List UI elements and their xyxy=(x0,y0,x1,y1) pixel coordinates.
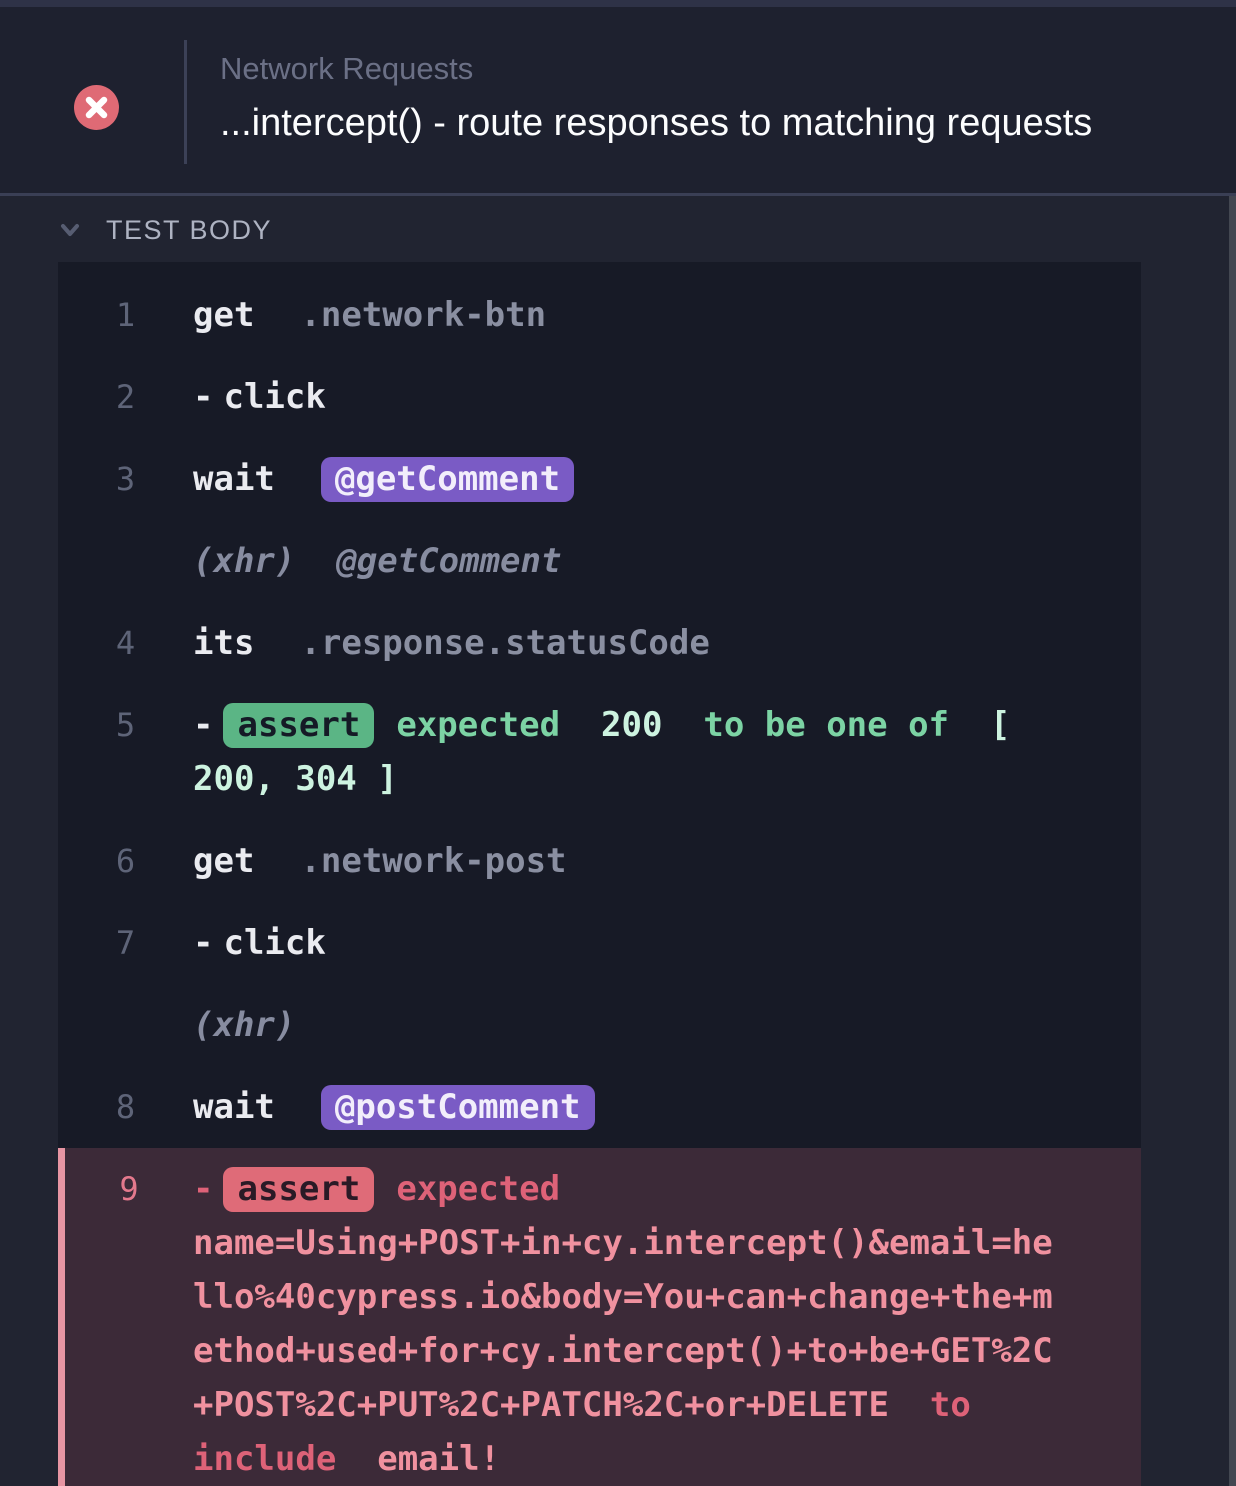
row-content: wait @postComment xyxy=(193,1080,1061,1134)
row-content: its .response.statusCode xyxy=(193,616,1061,670)
log-event-row[interactable]: (xhr) @getComment xyxy=(58,520,1141,602)
section-label: TEST BODY xyxy=(106,215,272,246)
assert-value: 200 xyxy=(601,705,662,745)
assert-badge[interactable]: assert xyxy=(223,1167,374,1212)
command-name: its xyxy=(193,623,254,663)
xhr-event-text: (xhr) @getComment xyxy=(193,541,561,581)
test-titles: Network Requests ...intercept() - route … xyxy=(220,49,1236,147)
line-number: 6 xyxy=(58,834,193,888)
line-number: 2 xyxy=(58,370,193,424)
line-number: 9 xyxy=(65,1162,193,1486)
child-command-dash: - xyxy=(193,377,213,417)
row-content: -click xyxy=(193,916,1061,970)
command-row[interactable]: 3wait @getComment xyxy=(58,438,1141,520)
child-command-dash: - xyxy=(193,1169,213,1209)
line-number: 3 xyxy=(58,452,193,506)
command-row[interactable]: 6get .network-post xyxy=(58,820,1141,902)
chevron-down-icon xyxy=(56,216,84,244)
row-content: get .network-post xyxy=(193,834,1061,888)
test-result-header[interactable]: Network Requests ...intercept() - route … xyxy=(0,7,1236,196)
row-content: get .network-btn xyxy=(193,288,1061,342)
header-vertical-divider xyxy=(184,40,187,164)
line-number: 4 xyxy=(58,616,193,670)
command-name: wait xyxy=(193,459,275,499)
command-args: .response.statusCode xyxy=(300,623,709,663)
command-log: 1get.network-btn2-click3wait@getComment(… xyxy=(58,262,1141,1486)
test-title: ...intercept() - route responses to matc… xyxy=(220,99,1236,147)
command-row[interactable]: 7-click xyxy=(58,902,1141,984)
command-args: .network-post xyxy=(300,841,566,881)
panel-resizer[interactable] xyxy=(1229,196,1236,1486)
child-command-dash: - xyxy=(193,705,213,745)
child-command-dash: - xyxy=(193,923,213,963)
line-number: 5 xyxy=(58,698,193,806)
row-content: -assertexpected 200 to be one of [ 200, … xyxy=(193,698,1061,806)
row-content: -click xyxy=(193,370,1061,424)
top-divider-strip xyxy=(0,0,1236,7)
command-row[interactable]: 4its .response.statusCode xyxy=(58,602,1141,684)
row-content: -assertexpected name=Using+POST+in+cy.in… xyxy=(193,1162,1061,1486)
line-number: 7 xyxy=(58,916,193,970)
line-number: 8 xyxy=(58,1080,193,1134)
command-row[interactable]: 1get .network-btn xyxy=(58,274,1141,356)
command-row[interactable]: 2-click xyxy=(58,356,1141,438)
xhr-event-text: (xhr) xyxy=(193,1005,295,1045)
assert-badge[interactable]: assert xyxy=(223,703,374,748)
command-row[interactable]: 5-assertexpected 200 to be one of [ 200,… xyxy=(58,684,1141,820)
assert-value: email! xyxy=(377,1439,500,1479)
line-number: 1 xyxy=(58,288,193,342)
suite-title: Network Requests xyxy=(220,49,1236,89)
assert-message: expected xyxy=(396,705,601,745)
line-number xyxy=(58,534,193,588)
assert-message: expected xyxy=(396,1169,601,1209)
command-name: get xyxy=(193,295,254,335)
command-args: .network-btn xyxy=(300,295,546,335)
command-name: click xyxy=(223,377,325,417)
route-alias-badge[interactable]: @postComment xyxy=(321,1085,595,1130)
log-event-row[interactable]: (xhr) xyxy=(58,984,1141,1066)
fail-x-icon xyxy=(74,85,119,130)
row-content: wait @getComment xyxy=(193,452,1061,506)
command-row[interactable]: 9-assertexpected name=Using+POST+in+cy.i… xyxy=(58,1148,1141,1486)
command-name: click xyxy=(223,923,325,963)
line-number xyxy=(58,998,193,1052)
test-body-section-header[interactable]: TEST BODY xyxy=(0,200,272,260)
command-row[interactable]: 8wait @postComment xyxy=(58,1066,1141,1148)
command-name: wait xyxy=(193,1087,275,1127)
command-name: get xyxy=(193,841,254,881)
row-content: (xhr) @getComment xyxy=(193,534,1061,588)
assert-message: to be one of xyxy=(662,705,990,745)
route-alias-badge[interactable]: @getComment xyxy=(321,457,574,502)
row-content: (xhr) xyxy=(193,998,1061,1052)
